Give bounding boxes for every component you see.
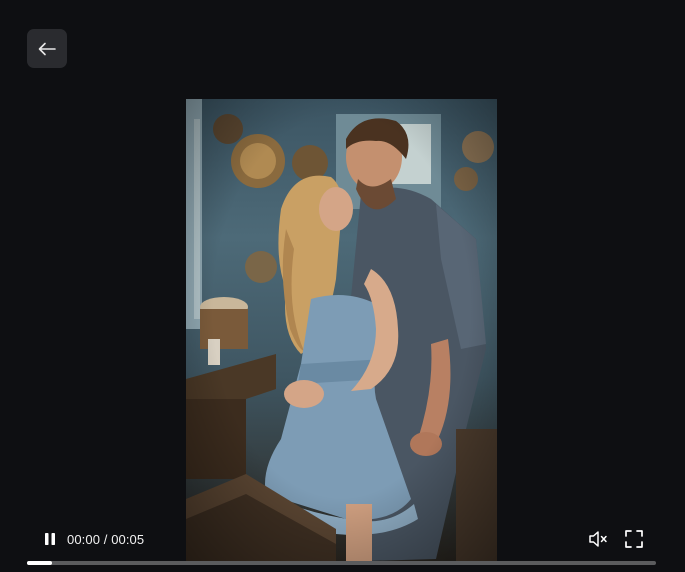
video-player: 00:00 / 00:05 [0,0,685,572]
fullscreen-button[interactable] [622,527,646,551]
duration: 00:05 [111,531,145,547]
play-pause-button[interactable] [39,528,61,550]
pause-icon [45,533,55,545]
back-button[interactable] [27,29,67,68]
video-frame[interactable] [186,99,497,561]
current-time: 00:00 [67,531,101,547]
time-separator: / [100,531,112,547]
player-controls: 00:00 / 00:05 [27,520,656,572]
controls-row: 00:00 / 00:05 [27,520,656,558]
arrow-left-icon [38,42,56,55]
progress-bar[interactable] [27,561,656,565]
fullscreen-icon [625,530,643,548]
mute-button[interactable] [586,527,610,551]
time-display: 00:00 / 00:05 [67,532,144,547]
video-still-image [186,99,497,561]
volume-muted-icon [589,531,607,547]
progress-fill [27,561,53,565]
